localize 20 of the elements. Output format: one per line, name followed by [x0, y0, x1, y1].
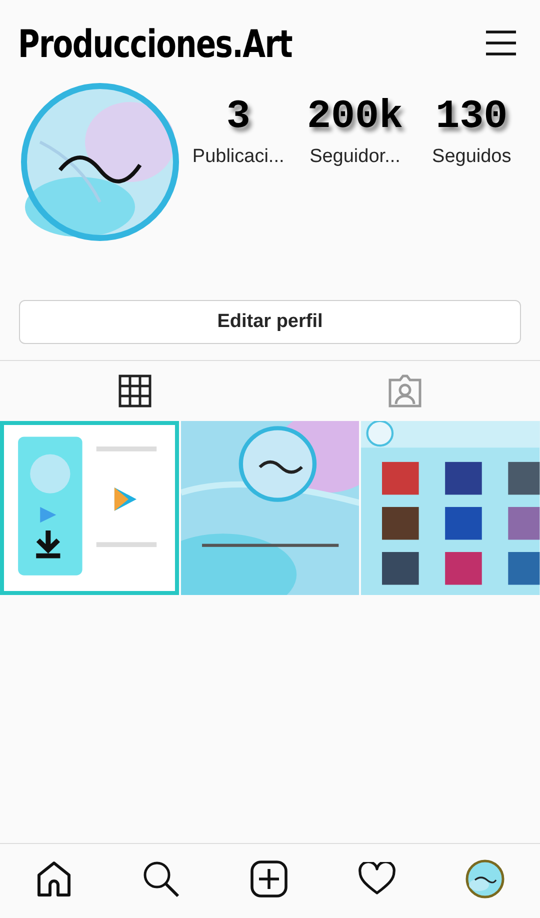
heart-icon [358, 862, 396, 896]
stat-count: 200k [306, 96, 403, 140]
home-tab[interactable] [34, 860, 73, 898]
search-tab[interactable] [142, 860, 180, 898]
profile-username: Producciones.Art [18, 22, 292, 66]
menu-icon [484, 29, 518, 57]
stat-label: Seguidor... [310, 146, 400, 168]
portrait-icon [387, 373, 423, 409]
edit-profile-button[interactable]: Editar perfil [19, 300, 521, 344]
profile-tab[interactable] [465, 859, 506, 899]
stat-count: 130 [436, 96, 508, 140]
grid-icon [117, 373, 153, 409]
home-icon [34, 860, 73, 898]
add-tab[interactable] [250, 860, 288, 898]
stat-count: 3 [226, 96, 250, 140]
activity-tab[interactable] [358, 862, 396, 896]
add-icon [250, 860, 288, 898]
stat-label: Publicaci... [192, 146, 284, 168]
search-icon [142, 860, 180, 898]
stat-label: Seguidos [432, 146, 512, 168]
